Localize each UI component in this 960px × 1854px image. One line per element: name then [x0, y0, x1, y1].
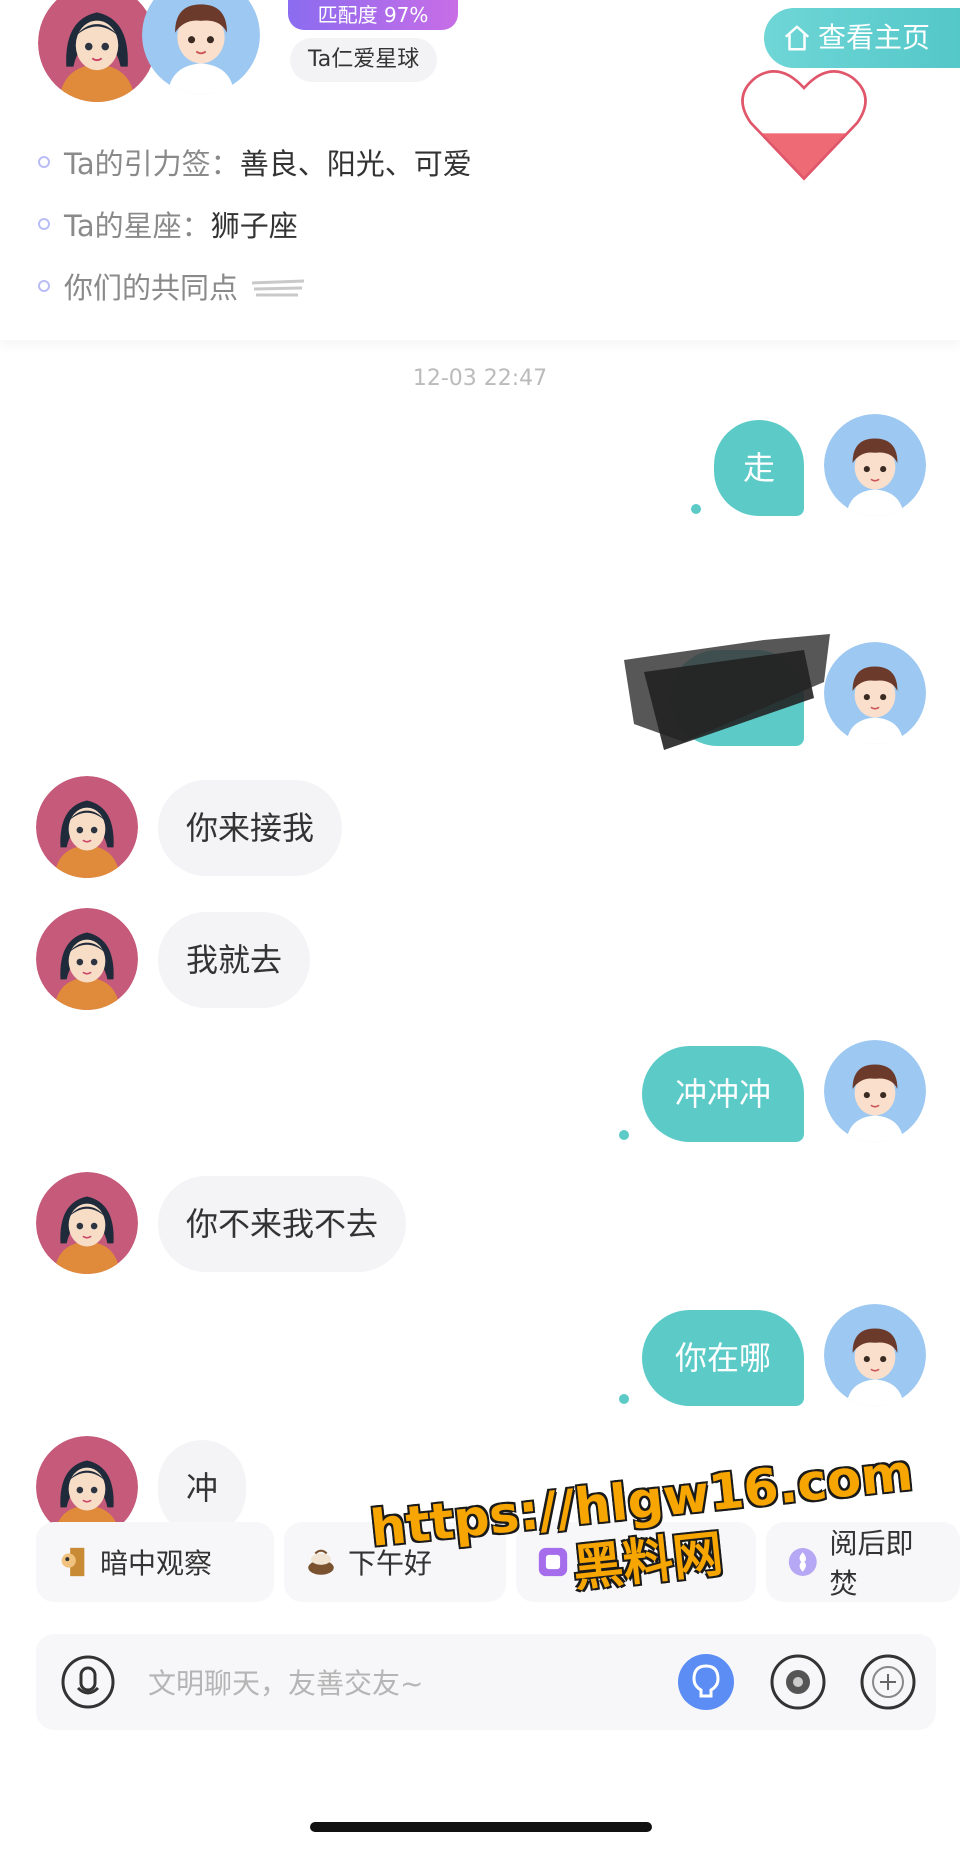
coffee-icon	[308, 1549, 334, 1575]
planet-label: Ta仁爱星球	[290, 38, 438, 82]
zodiac-row: Ta的星座： 狮子座	[38, 204, 298, 244]
boy-avatar-icon	[824, 1304, 926, 1406]
info-label: 你们的共同点	[64, 271, 239, 305]
girl-avatar-icon	[36, 908, 138, 1010]
bullet-dot	[38, 218, 50, 230]
redaction-scribble	[624, 634, 830, 750]
quick-reply-label: 阅后即焚	[829, 1527, 914, 1600]
sticker-icon[interactable]	[768, 1652, 828, 1712]
more-icon[interactable]	[858, 1652, 918, 1712]
quick-reply-bar: 暗中观察 下午好 阅后即焚	[36, 1522, 960, 1602]
quick-reply-third[interactable]	[516, 1522, 756, 1602]
home-icon	[784, 25, 810, 51]
quick-reply-label: 暗中观察	[100, 1547, 213, 1580]
quick-reply-good-afternoon[interactable]: 下午好	[284, 1522, 506, 1602]
sent-message-bubble[interactable]: 冲冲冲	[642, 1046, 804, 1142]
info-value: 善良、阳光、可爱	[239, 147, 472, 181]
redacted-scribble	[251, 279, 305, 297]
quick-reply-label: 下午好	[348, 1547, 433, 1580]
view-homepage-button[interactable]: 查看主页	[764, 8, 960, 68]
bullet-dot	[38, 280, 50, 292]
boy-avatar-icon	[824, 642, 926, 744]
info-label: Ta的星座：	[64, 209, 211, 243]
chat-message-input[interactable]	[146, 1652, 670, 1714]
match-percentage-badge: 匹配度 97%	[288, 0, 458, 30]
read-dot	[619, 1130, 629, 1140]
chat-timestamp: 12-03 22:47	[412, 366, 548, 391]
ai-bulb-icon[interactable]	[676, 1652, 736, 1712]
my-avatar[interactable]	[824, 1040, 926, 1142]
microphone-icon[interactable]	[60, 1654, 116, 1710]
received-message-bubble[interactable]: 你不来我不去	[158, 1176, 407, 1272]
girl-avatar-icon	[36, 776, 138, 878]
boy-avatar-icon	[824, 414, 926, 516]
burn-icon	[788, 1548, 817, 1576]
partner-avatar[interactable]	[36, 1172, 138, 1274]
attraction-tags-row: Ta的引力签： 善良、阳光、可爱	[38, 142, 472, 182]
message-input-bar	[36, 1634, 936, 1730]
quick-reply-peek[interactable]: 暗中观察	[36, 1522, 274, 1602]
purple-icon	[538, 1547, 568, 1577]
view-homepage-label: 查看主页	[818, 21, 931, 54]
sent-message-bubble[interactable]: 走	[714, 420, 804, 516]
received-message-bubble[interactable]: 你来接我	[158, 780, 343, 876]
my-avatar[interactable]	[824, 414, 926, 516]
peek-icon	[61, 1547, 85, 1577]
boy-avatar-icon	[824, 1040, 926, 1142]
my-avatar[interactable]	[824, 1304, 926, 1406]
quick-reply-burn-after-reading[interactable]: 阅后即焚	[766, 1522, 960, 1602]
sent-message-bubble[interactable]: 你在哪	[642, 1310, 804, 1406]
heart-icon	[741, 70, 867, 181]
info-label: Ta的引力签：	[64, 147, 240, 181]
info-value: 狮子座	[210, 209, 298, 243]
my-avatar[interactable]	[824, 642, 926, 744]
received-message-bubble[interactable]: 我就去	[158, 912, 311, 1008]
partner-avatar[interactable]	[36, 908, 138, 1010]
read-dot	[619, 1394, 629, 1404]
home-indicator[interactable]	[310, 1822, 652, 1832]
partner-avatar[interactable]	[36, 776, 138, 878]
girl-avatar-icon	[36, 1172, 138, 1274]
read-dot	[691, 504, 701, 514]
common-points-row: 你们的共同点	[38, 266, 308, 306]
bullet-dot	[38, 156, 50, 168]
